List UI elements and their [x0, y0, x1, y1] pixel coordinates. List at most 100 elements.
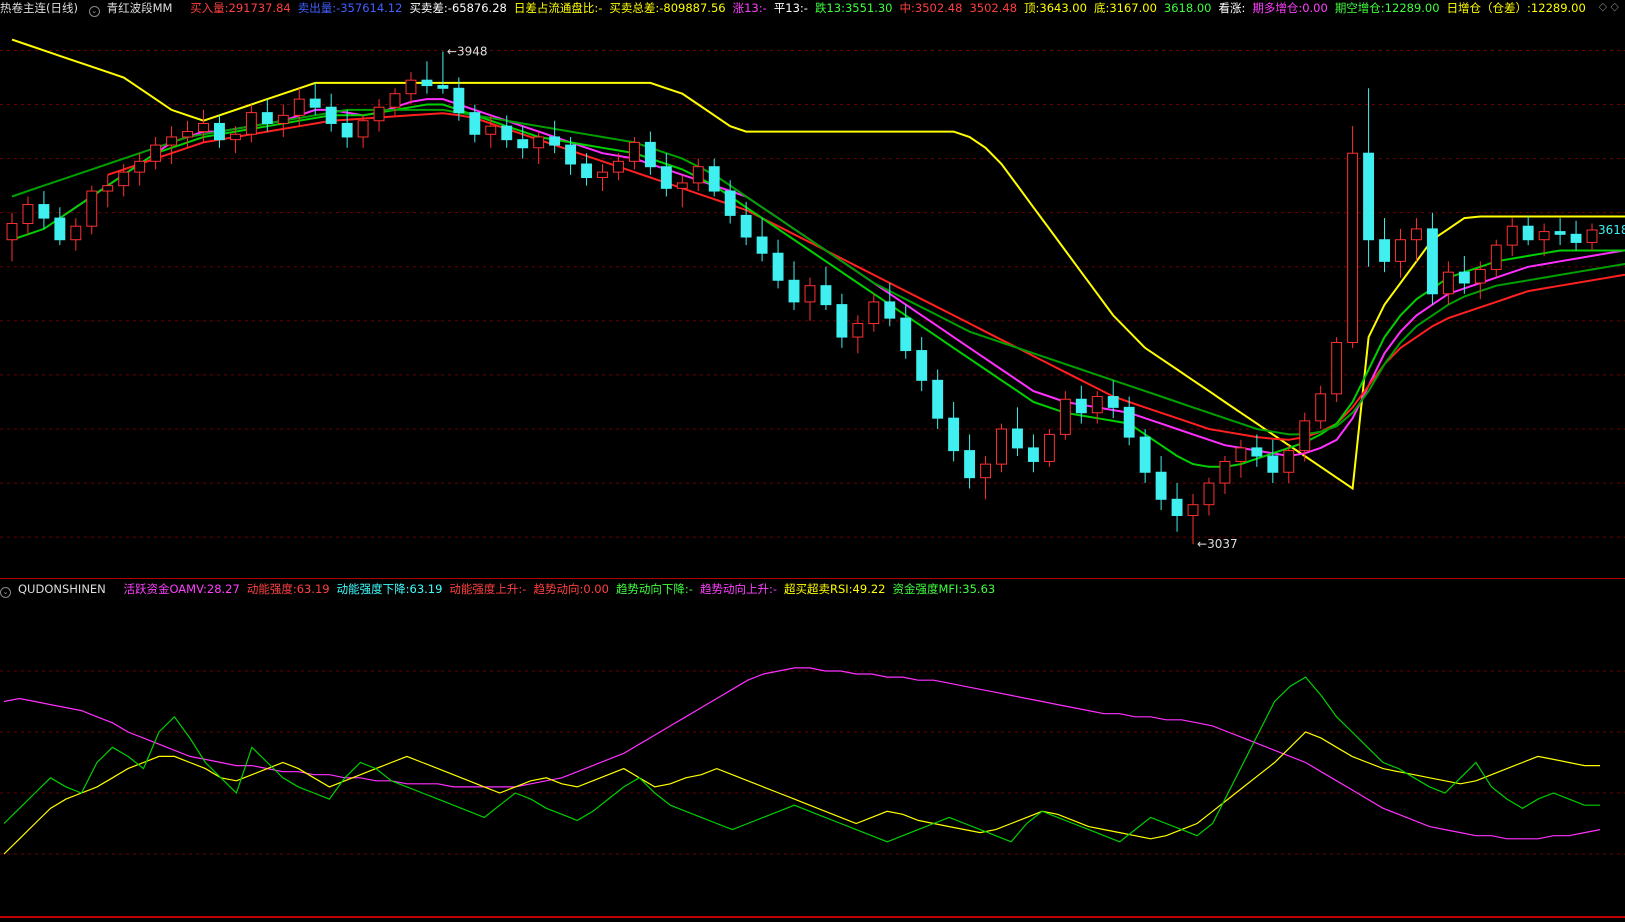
candle-body	[1315, 393, 1327, 422]
candle-body	[1347, 152, 1359, 343]
candle-body	[373, 106, 385, 122]
candle-body	[102, 185, 114, 192]
candle-body	[86, 190, 98, 227]
candle-body	[820, 285, 832, 306]
candle-body	[229, 133, 241, 141]
candle-body	[70, 225, 82, 241]
candle-body	[182, 131, 193, 138]
candle-body	[166, 136, 178, 146]
candle-body	[1538, 231, 1550, 241]
bottom-field-2: 动能强度下降:63.19	[336, 582, 443, 596]
candle-body	[1123, 406, 1135, 438]
candle-body	[1331, 341, 1343, 395]
candle-body	[421, 79, 433, 87]
candle-body	[469, 112, 481, 135]
candle-body	[389, 93, 401, 108]
candle-body	[1554, 231, 1566, 235]
candle-body	[38, 204, 50, 219]
candle-body	[660, 166, 672, 189]
candle-body	[22, 204, 34, 224]
candle-body	[1171, 498, 1183, 517]
candle-body	[756, 236, 768, 254]
candle-body	[1027, 447, 1039, 462]
candle-body	[517, 139, 529, 149]
bottom-field-1: 动能强度:63.19	[246, 582, 330, 596]
candle-body	[597, 171, 608, 179]
series-line-2	[107, 112, 1625, 441]
candle-body	[1267, 455, 1279, 473]
candle-body	[118, 171, 130, 187]
candle-body	[214, 122, 225, 141]
candle-body	[1442, 271, 1454, 295]
candle-body	[245, 112, 257, 135]
indicator-name-bottom[interactable]: ⌄ QUDONSHINEN	[0, 582, 113, 598]
settings-icon[interactable]: ⌄	[0, 587, 11, 598]
candle-body	[1283, 450, 1295, 473]
candle-body	[277, 114, 289, 124]
candle-body	[804, 285, 816, 303]
bottom-field-8: 资金强度MFI:35.63	[892, 582, 996, 596]
candle-body	[54, 217, 66, 241]
candle-body	[836, 304, 848, 338]
candle-body	[916, 350, 928, 381]
candle-body	[932, 379, 944, 419]
candle-body	[1522, 225, 1534, 241]
panel-divider[interactable]	[0, 578, 1625, 579]
oscillator-line-0	[3, 667, 1601, 840]
candle-body	[437, 85, 449, 89]
candle-body	[453, 87, 465, 114]
bottom-field-6: 趋势动向上升:-	[699, 582, 777, 596]
bottom-field-0: 活跃资金OAMV:28.27	[123, 582, 240, 596]
candle-body	[150, 144, 162, 162]
candle-body	[1203, 482, 1215, 506]
candle-body	[341, 122, 353, 138]
series-line-0	[11, 38, 1625, 491]
candle-body	[1474, 268, 1486, 284]
high-price-label: ←3948	[447, 45, 488, 59]
candle-body	[533, 136, 545, 149]
bottom-field-7: 超买超卖RSI:49.22	[784, 582, 886, 596]
candle-body	[485, 125, 497, 135]
candle-body	[996, 428, 1007, 465]
candle-body	[1059, 398, 1071, 435]
candle-body	[1363, 152, 1375, 241]
bottom-field-4: 趋势动向:0.00	[533, 582, 609, 596]
candle-body	[1411, 228, 1422, 241]
candle-body	[1219, 460, 1231, 484]
candle-body	[198, 122, 209, 133]
oscillator-chart[interactable]	[0, 600, 1625, 922]
candle-body	[6, 222, 18, 241]
candle-body	[501, 125, 513, 141]
candle-body	[1586, 229, 1598, 243]
bottom-indicator-values: 活跃资金OAMV:28.27 动能强度:63.19 动能强度下降:63.19 动能强度…	[123, 582, 1002, 596]
candle-body	[581, 163, 592, 179]
candle-body	[1155, 471, 1167, 500]
last-price-label: 3618	[1598, 223, 1625, 237]
bottom-field-5: 趋势动向下降:-	[615, 582, 693, 596]
candle-body	[309, 98, 321, 108]
candle-body	[948, 417, 960, 452]
candle-body	[1299, 420, 1311, 452]
candle-body	[325, 106, 337, 124]
candle-body	[724, 190, 736, 216]
candle-body	[1395, 239, 1406, 262]
candle-body	[852, 323, 864, 338]
candle-body	[1139, 436, 1151, 473]
bottom-field-3: 动能强度上升:-	[449, 582, 527, 596]
candle-body	[788, 279, 800, 303]
candle-body	[1458, 271, 1470, 284]
candle-body	[261, 112, 273, 124]
candle-body	[772, 252, 784, 281]
candle-body	[980, 463, 991, 479]
candle-body	[549, 136, 561, 146]
candle-body	[900, 317, 912, 352]
candle-body	[293, 98, 305, 116]
candle-body	[1075, 398, 1087, 414]
candle-body	[1043, 433, 1055, 462]
candle-body	[405, 79, 417, 95]
candle-body	[644, 141, 656, 168]
candle-body	[1490, 244, 1502, 270]
candle-body	[708, 166, 720, 192]
price-chart[interactable]: ←3948 ←3037 3618	[0, 0, 1625, 578]
candle-body	[676, 182, 688, 189]
